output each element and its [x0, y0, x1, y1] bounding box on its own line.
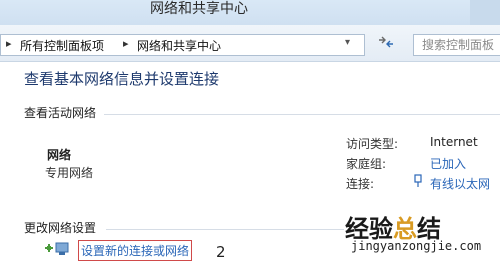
page-title: 查看基本网络信息并设置连接 [24, 70, 220, 88]
homegroup-link[interactable]: 已加入 [430, 155, 466, 172]
divider [106, 229, 344, 230]
step-number: 2 [216, 243, 226, 261]
watermark-url: jingyanzongjie.com [351, 239, 482, 253]
chevron-right-icon[interactable]: ▸ [123, 37, 129, 50]
refresh-icon[interactable] [371, 35, 401, 55]
breadcrumb-item-network-sharing-center[interactable]: 网络和共享中心 [137, 37, 221, 54]
network-type-link[interactable]: 专用网络 [45, 164, 93, 181]
title-bar: 网络和共享中心 [0, 0, 500, 25]
network-add-icon [44, 240, 74, 258]
refresh-arrows-icon [379, 36, 393, 48]
network-name: 网络 [47, 148, 72, 162]
section-label-change-settings: 更改网络设置 [24, 221, 97, 235]
close-button[interactable] [470, 0, 500, 25]
divider [104, 114, 500, 115]
search-input[interactable]: 搜索控制面板 [413, 34, 500, 56]
access-type-label: 访问类型: [346, 137, 399, 151]
address-bar: ▸ 所有控制面板项 ▸ 网络和共享中心 ▾ 搜索控制面板 [0, 25, 500, 62]
breadcrumb[interactable]: ▸ 所有控制面板项 ▸ 网络和共享中心 ▾ [0, 34, 365, 56]
homegroup-label: 家庭组: [346, 157, 387, 171]
connection-label: 连接: [346, 177, 375, 191]
ethernet-icon [412, 174, 424, 191]
access-type-value: Internet [430, 135, 478, 149]
chevron-down-icon[interactable]: ▾ [345, 37, 350, 48]
connection-link[interactable]: 有线以太网 [430, 175, 490, 192]
section-label-active-networks: 查看活动网络 [24, 106, 97, 120]
chevron-right-icon[interactable]: ▸ [6, 37, 12, 50]
breadcrumb-item-all-control-panel[interactable]: 所有控制面板项 [20, 37, 104, 54]
setup-new-connection-link[interactable]: 设置新的连接或网络 [78, 240, 193, 261]
window-title: 网络和共享中心 [150, 1, 248, 17]
